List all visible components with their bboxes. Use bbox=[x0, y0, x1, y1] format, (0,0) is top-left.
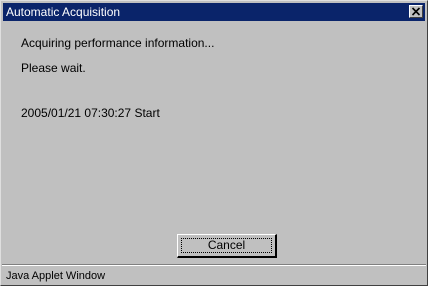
applet-status-text: Java Applet Window bbox=[6, 270, 106, 282]
cancel-button[interactable]: Cancel bbox=[177, 234, 277, 258]
start-timestamp-message: 2005/01/21 07:30:27 Start bbox=[21, 106, 160, 120]
close-button[interactable] bbox=[409, 5, 423, 18]
acquiring-message: Acquiring performance information... bbox=[21, 36, 215, 50]
applet-window: Automatic Acquisition Acquiring performa… bbox=[0, 0, 428, 286]
window-title: Automatic Acquisition bbox=[6, 5, 121, 19]
status-divider bbox=[2, 264, 426, 266]
title-bar[interactable]: Automatic Acquisition bbox=[3, 3, 425, 21]
cancel-button-label: Cancel bbox=[207, 238, 246, 252]
close-icon bbox=[411, 7, 421, 16]
please-wait-message: Please wait. bbox=[21, 61, 86, 75]
